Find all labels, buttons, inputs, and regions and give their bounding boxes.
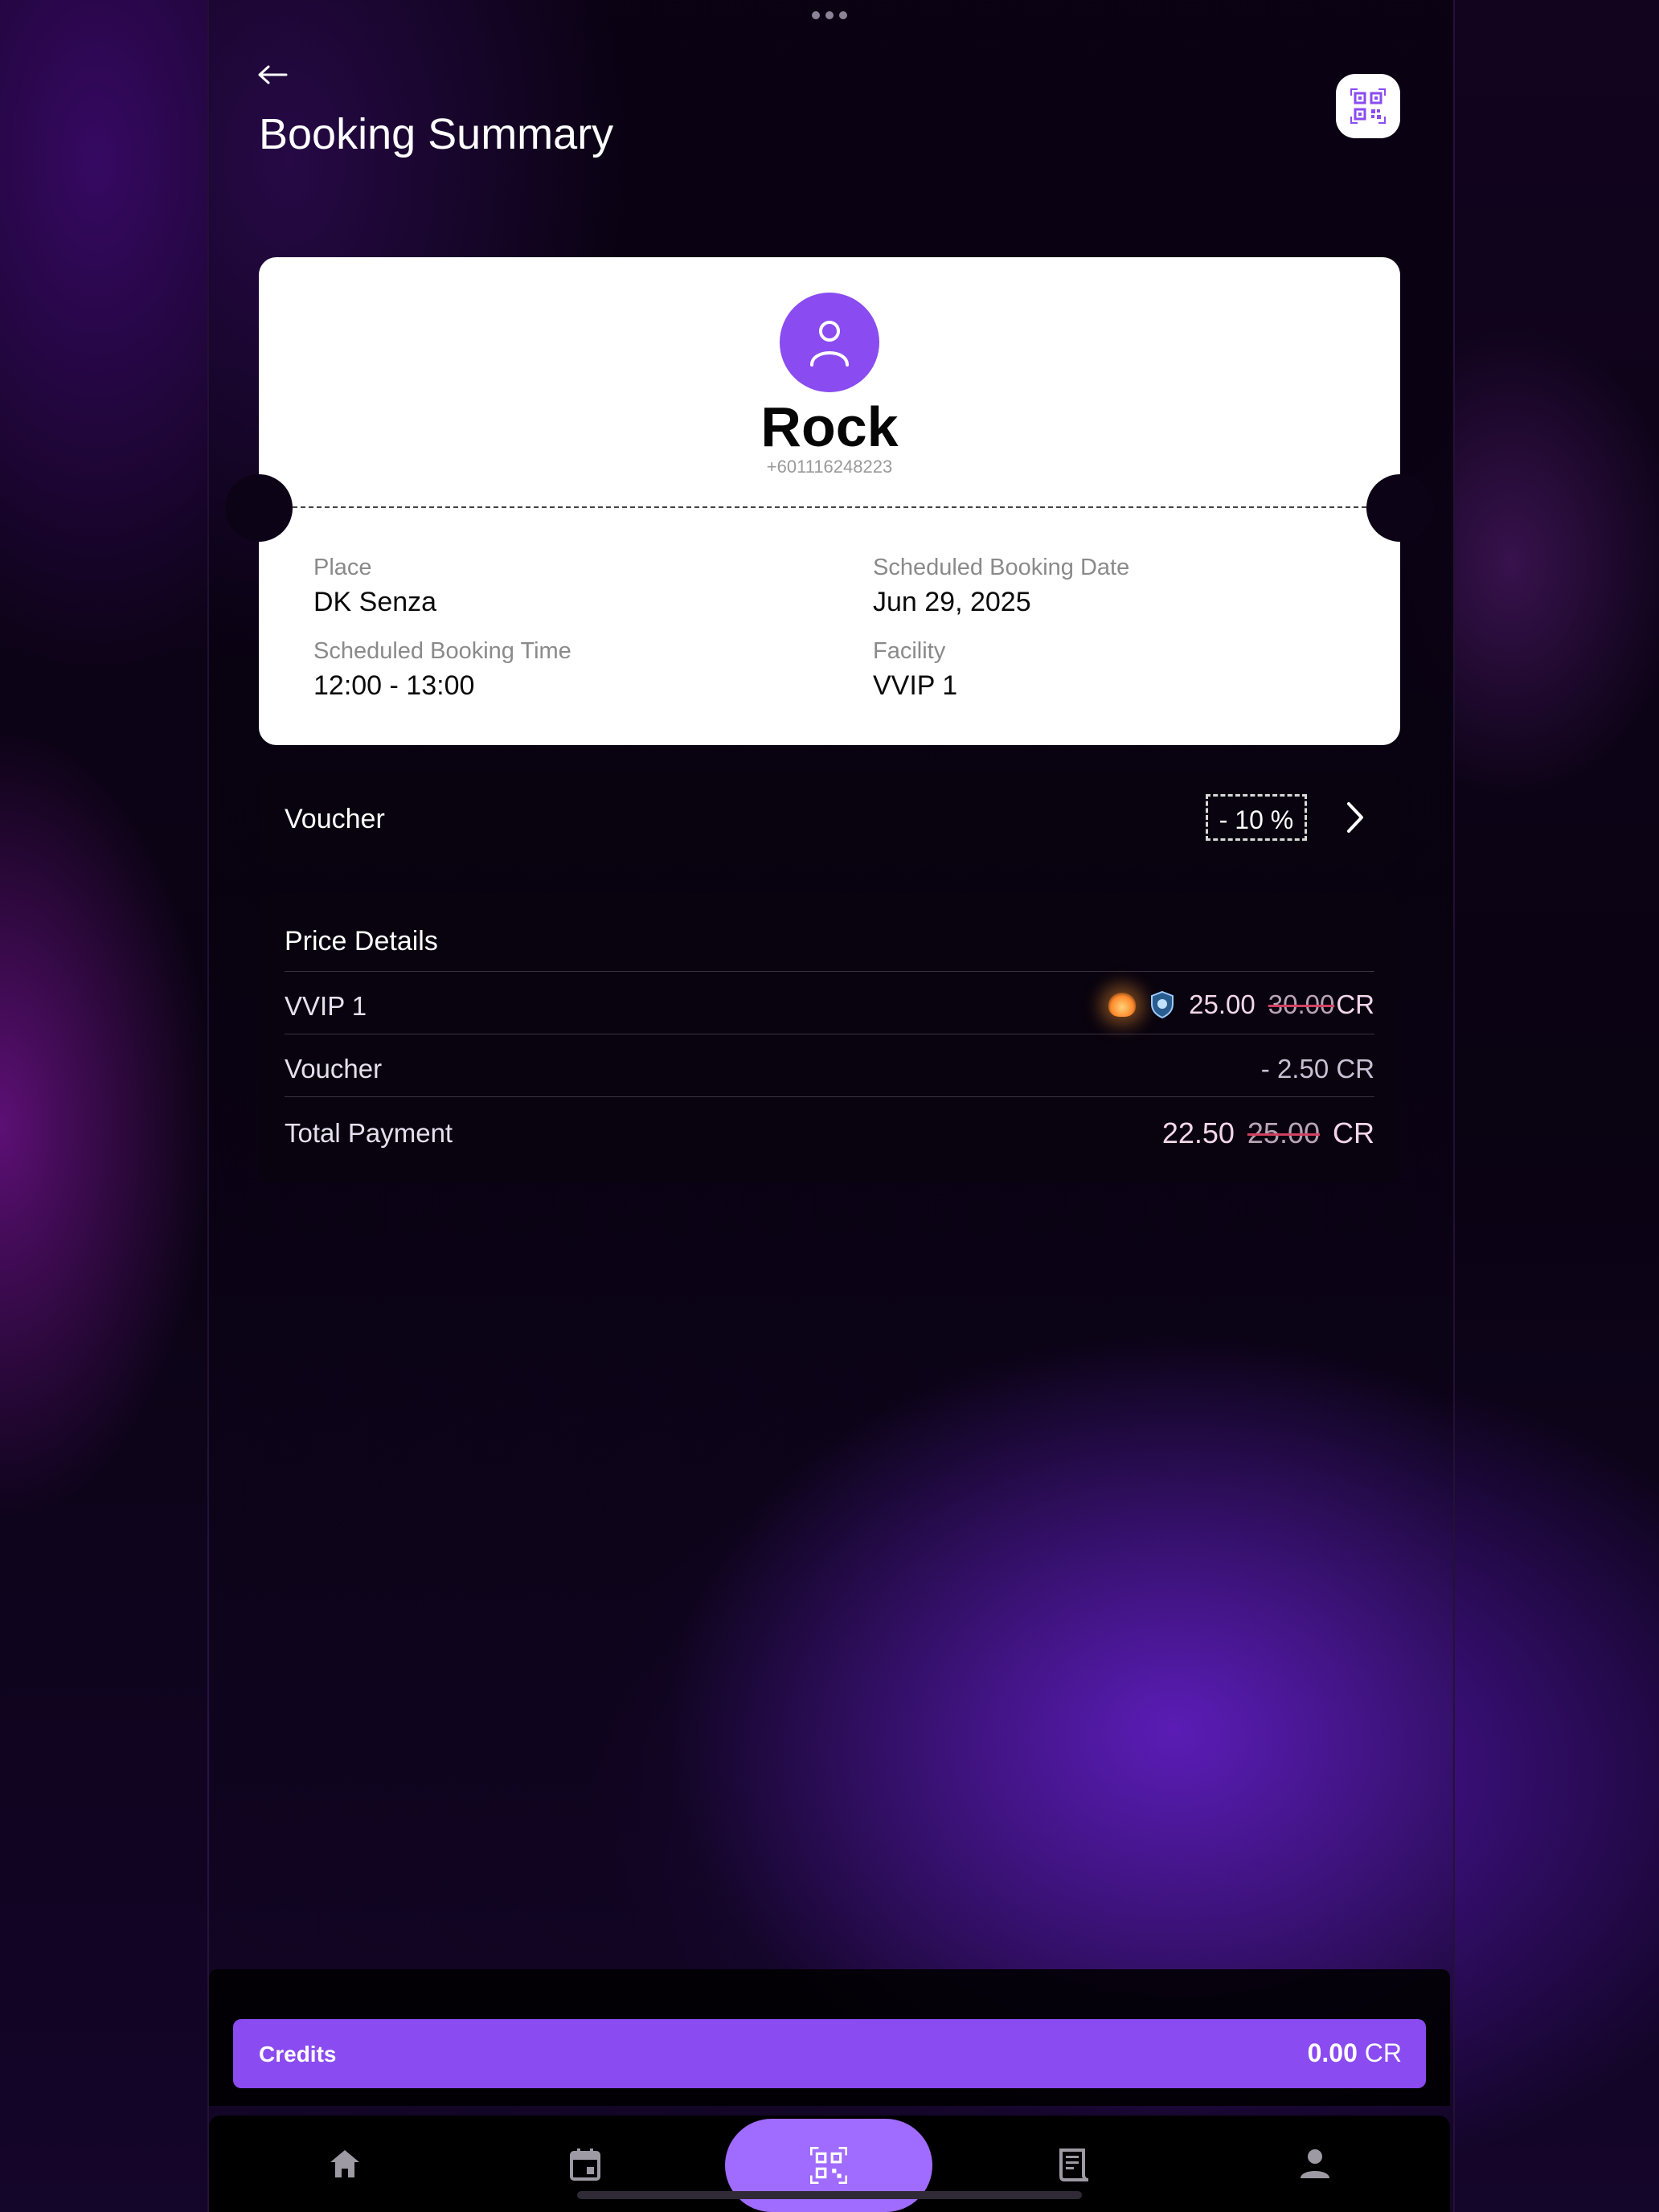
price-original: 30.00: [1268, 989, 1335, 1019]
calendar-icon: [570, 2149, 600, 2181]
chevron-right-icon: [1347, 802, 1363, 833]
customer-name: Rock: [760, 395, 899, 458]
customer-phone: +601116248223: [766, 457, 893, 477]
window-grabber[interactable]: [812, 11, 847, 19]
total-unit: CR: [1333, 1116, 1374, 1149]
place-value: DK Senza: [313, 587, 437, 617]
price-unit: CR: [1336, 989, 1374, 1019]
place-label: Place: [313, 555, 372, 580]
price-row-label: Total Payment: [285, 1118, 453, 1148]
fire-icon: [1108, 993, 1137, 1017]
qr-code-icon: [1350, 88, 1386, 124]
nav-profile[interactable]: [1299, 2148, 1331, 2184]
credits-value: 0.00 CR: [1308, 2038, 1402, 2068]
shield-icon: [1151, 990, 1174, 1019]
avatar: [780, 293, 879, 392]
home-indicator: [577, 2191, 1082, 2199]
person-icon: [810, 321, 849, 367]
price-row-value: 25.00 30.00 CR: [1108, 989, 1374, 1020]
price-details-card: Price Details VVIP 1 25.00 30.00 CR Vouc…: [259, 894, 1400, 1183]
qr-scan-icon: [810, 2147, 847, 2184]
profile-icon: [1301, 2149, 1329, 2178]
credits-unit: CR: [1364, 2038, 1402, 2067]
ticket-notch-left: [225, 474, 293, 542]
total-value: 22.50 25.00 CR: [1162, 1116, 1374, 1150]
arrow-left-icon: [258, 65, 288, 84]
home-icon: [330, 2150, 359, 2177]
date-label: Scheduled Booking Date: [873, 555, 1130, 580]
voucher-badge: - 10 %: [1206, 794, 1307, 841]
credits-label: Credits: [259, 2042, 337, 2067]
facility-value: VVIP 1: [873, 670, 958, 701]
facility-label: Facility: [873, 638, 946, 664]
back-button[interactable]: [257, 50, 288, 95]
price-row-label: Voucher: [285, 1054, 383, 1083]
nav-home[interactable]: [328, 2148, 362, 2184]
price-row-label: VVIP 1: [285, 991, 367, 1021]
ticket-perforation: [293, 506, 1366, 508]
qr-code-button[interactable]: [1336, 74, 1400, 138]
price-details-title: Price Details: [285, 926, 438, 956]
credits-amount: 0.00: [1307, 2038, 1358, 2067]
total-original: 25.00: [1247, 1116, 1320, 1149]
receipt-icon: [1059, 2149, 1089, 2181]
nav-bookings[interactable]: [569, 2148, 601, 2185]
total-current: 22.50: [1161, 1116, 1235, 1149]
voucher-row[interactable]: Voucher - 10 %: [259, 773, 1400, 865]
price-row-total: Total Payment 22.50 25.00 CR: [285, 1096, 1374, 1161]
nav-receipts[interactable]: [1058, 2148, 1090, 2185]
price-row-voucher: Voucher - 2.50 CR: [285, 1034, 1374, 1097]
time-label: Scheduled Booking Time: [313, 638, 571, 664]
price-row-vvip: VVIP 1 25.00 30.00 CR: [285, 971, 1374, 1034]
ticket-notch-right: [1366, 474, 1434, 542]
credits-bar[interactable]: Credits 0.00 CR: [233, 2019, 1426, 2088]
voucher-label: Voucher: [285, 804, 385, 834]
booking-ticket: Rock +601116248223 Place DK Senza Schedu…: [225, 257, 1434, 745]
time-value: 12:00 - 13:00: [313, 670, 475, 701]
price-current: 25.00: [1189, 989, 1256, 1019]
page-title: Booking Summary: [259, 110, 614, 158]
date-value: Jun 29, 2025: [873, 587, 1031, 617]
voucher-discount-value: - 2.50 CR: [1260, 1054, 1374, 1083]
